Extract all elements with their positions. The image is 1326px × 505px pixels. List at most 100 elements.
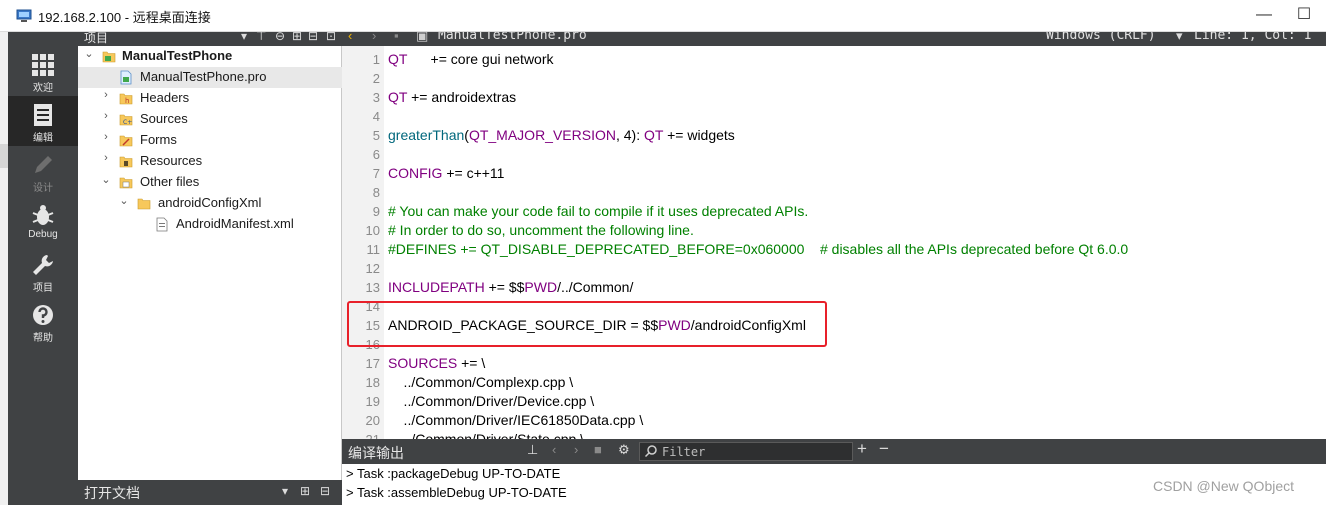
split-panel-alt-icon[interactable]: ⊟ [308, 32, 318, 43]
project-panel-title: 项目 [84, 32, 109, 45]
collapse-arrow-icon[interactable]: › [100, 131, 112, 143]
open-documents-header: 打开文档 ▾ ⊞ ⊟ [78, 480, 342, 505]
open-documents-title: 打开文档 [84, 485, 140, 501]
tree-node-label: ManualTestPhone [122, 48, 233, 63]
tree-node-pro-file[interactable]: ManualTestPhone.pro [78, 67, 342, 88]
pro-file-icon [120, 70, 132, 85]
tree-node-label: androidConfigXml [158, 195, 262, 210]
tree-node-label: Other files [140, 174, 200, 189]
maximize-button[interactable]: ☐ [1290, 4, 1318, 28]
collapse-arrow-icon[interactable]: › [100, 110, 112, 122]
search-icon [644, 445, 657, 458]
tree-node-sources[interactable]: › C+ Sources [78, 109, 342, 130]
code-token: ../Common/Driver/Device.cpp \ [388, 393, 595, 409]
view-dropdown-icon[interactable]: ▾ [241, 32, 247, 43]
document-icon [34, 104, 52, 126]
tree-node-android-config-xml[interactable]: ⌄ androidConfigXml [78, 193, 342, 214]
code-token: /../Common/ [557, 279, 634, 295]
code-line: ../Common/Driver/State.cpp \ [388, 431, 585, 439]
mode-design[interactable]: 设计 [8, 146, 78, 196]
line-ending-selector[interactable]: Windows (CRLF) [1046, 32, 1156, 43]
code-line: ../Common/Complexp.cpp \ [388, 374, 574, 390]
xml-file-icon [156, 217, 168, 232]
line-number: 11 [366, 242, 381, 257]
collapse-arrow-icon[interactable]: › [100, 152, 112, 164]
line-number: 4 [372, 109, 380, 124]
help-icon [33, 305, 53, 325]
sources-folder-icon: C+ [119, 114, 133, 126]
back-arrow-icon[interactable]: ‹ [348, 32, 352, 43]
mode-edit[interactable]: 编辑 [8, 96, 78, 146]
stop-icon[interactable]: ■ [594, 442, 602, 457]
code-token: += core gui network [407, 51, 554, 67]
mode-debug[interactable]: Debug [8, 196, 78, 246]
line-number: 5 [372, 128, 380, 143]
code-line: greaterThan(QT_MAJOR_VERSION, 4): QT += … [388, 127, 735, 143]
tree-node-android-manifest[interactable]: AndroidManifest.xml [78, 214, 342, 235]
code-editor[interactable]: 123456789101112131415161718192021 QT += … [342, 46, 1326, 439]
filter-input[interactable] [662, 444, 850, 459]
filter-tree-icon[interactable]: ⊤ [256, 32, 266, 43]
line-number: 2 [372, 71, 380, 86]
zoom-in-icon[interactable]: + [857, 439, 867, 459]
mode-help[interactable]: 帮助 [8, 296, 78, 346]
link-editor-icon[interactable]: ⊖ [275, 32, 285, 43]
tree-node-forms[interactable]: › Forms [78, 130, 342, 151]
expand-arrow-icon[interactable]: ⌄ [118, 194, 130, 207]
code-token: += androidextras [407, 89, 517, 105]
mode-projects[interactable]: 项目 [8, 246, 78, 296]
close-panel-icon[interactable]: ⊡ [326, 32, 336, 43]
expand-arrow-icon[interactable]: ⌄ [100, 173, 112, 186]
close-panel-icon[interactable]: ⊟ [320, 484, 330, 498]
code-line: QT += androidextras [388, 89, 516, 105]
line-number-gutter: 123456789101112131415161718192021 [342, 46, 384, 439]
svg-text:C+: C+ [123, 119, 132, 126]
view-dropdown-icon[interactable]: ▾ [282, 484, 288, 498]
previous-item-icon[interactable]: ‹ [552, 442, 556, 457]
tree-node-other-files[interactable]: ⌄ Other files [78, 172, 342, 193]
line-number: 7 [372, 166, 380, 181]
editor-toolbar: ‹ › ▪ ▣ ManualTestPhone.pro Windows (CRL… [342, 32, 1326, 46]
resources-folder-icon [119, 156, 133, 168]
gear-icon[interactable]: ⚙ [618, 442, 630, 458]
highlight-annotation-box [347, 301, 827, 347]
tree-node-label: Forms [140, 132, 177, 147]
line-number: 18 [365, 375, 380, 390]
bug-icon [32, 205, 54, 225]
code-token: QT [388, 89, 408, 105]
mode-label: 设计 [33, 183, 53, 194]
code-token: PWD [524, 279, 558, 295]
tree-node-project-root[interactable]: ⌄ ManualTestPhone [78, 46, 342, 67]
zoom-out-icon[interactable]: − [879, 439, 889, 459]
line-number: 13 [365, 280, 380, 295]
broom-clear-icon[interactable]: ⊥ [527, 442, 538, 458]
forward-arrow-icon[interactable]: › [372, 32, 376, 43]
split-panel-icon[interactable]: ⊞ [292, 32, 302, 43]
line-ending-dropdown-icon[interactable]: ▾ [1176, 32, 1183, 44]
svg-text:h: h [125, 97, 129, 105]
editor-file-name[interactable]: ManualTestPhone.pro [438, 32, 587, 43]
file-type-icon: ▣ [416, 32, 429, 43]
project-tree: ⌄ ManualTestPhone ManualTestPhone.pro › … [78, 46, 342, 480]
code-token: ../Common/Driver/IEC61850Data.cpp \ [388, 412, 644, 428]
code-line: #DEFINES += QT_DISABLE_DEPRECATED_BEFORE… [388, 241, 1128, 257]
tree-node-headers[interactable]: › h Headers [78, 88, 342, 109]
collapse-arrow-icon[interactable]: › [100, 89, 112, 101]
next-item-icon[interactable]: › [574, 442, 578, 457]
split-panel-icon[interactable]: ⊞ [300, 484, 310, 498]
line-number: 12 [365, 261, 380, 276]
code-line: CONFIG += c++11 [388, 165, 504, 181]
mode-sidebar: 欢迎 编辑 设计 Debug 项目 帮助 [8, 32, 78, 505]
code-token: ../Common/Driver/State.cpp \ [388, 431, 585, 439]
cursor-position[interactable]: Line: 1, Col: 1 [1194, 32, 1311, 43]
minimize-button[interactable]: — [1250, 4, 1278, 28]
remote-desktop-icon [16, 9, 32, 22]
expand-arrow-icon[interactable]: ⌄ [83, 47, 95, 60]
code-token: += $$ [484, 279, 525, 295]
mode-welcome[interactable]: 欢迎 [8, 46, 78, 96]
line-number: 8 [372, 185, 380, 200]
tree-node-resources[interactable]: › Resources [78, 151, 342, 172]
code-token: QT [388, 51, 408, 67]
line-number: 10 [365, 223, 380, 238]
tree-node-label: AndroidManifest.xml [176, 216, 294, 231]
